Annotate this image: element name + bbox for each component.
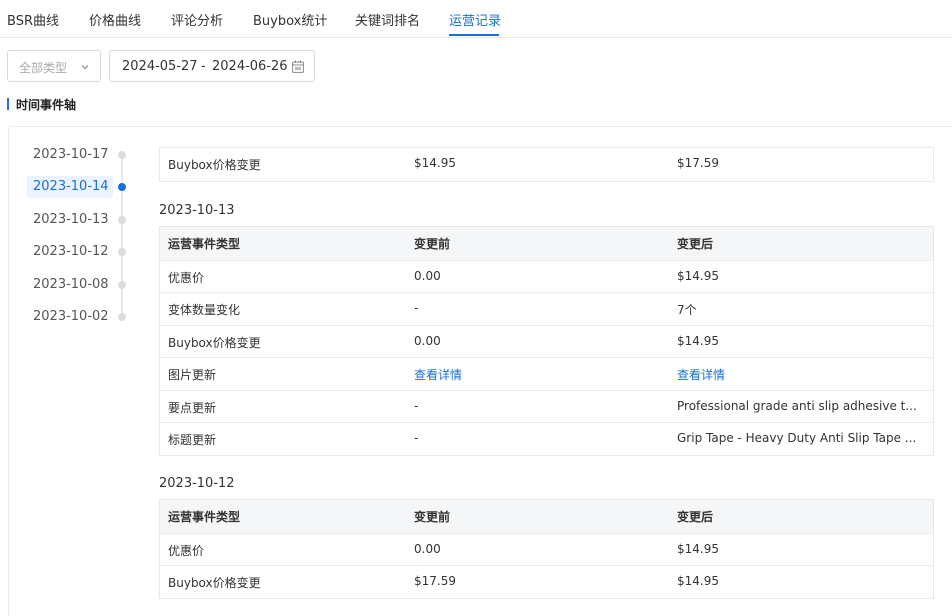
table-row: 优惠价 0.00 $14.95 — [160, 259, 933, 293]
event-type-cell: Buybox价格变更 — [168, 158, 261, 172]
timeline-date-label: 2023-10-14 — [33, 179, 109, 194]
after-cell: Professional grade anti slip adhesive t.… — [677, 398, 917, 413]
after-cell: $14.95 — [677, 574, 719, 588]
col-header-before: 变更前 — [414, 510, 451, 524]
before-cell: - — [414, 398, 419, 413]
timeline-dot — [118, 216, 126, 224]
timeline-dot-active — [118, 183, 126, 191]
date-range-picker[interactable]: 2024-05-27 - 2024-06-26 — [109, 50, 315, 82]
table-row: 要点更新 - Professional grade anti slip adhe… — [160, 389, 933, 423]
table-row: 变体数量变化 - 7个 — [160, 292, 933, 325]
event-table: Buybox价格变更 $14.95 $17.59 — [159, 147, 934, 182]
after-cell: $17.59 — [677, 156, 719, 170]
view-details-link-before[interactable]: 查看详情 — [414, 366, 654, 383]
group-date: 2023-10-13 — [159, 203, 235, 218]
date-end[interactable]: 2024-06-26 — [212, 59, 288, 74]
before-cell: $14.95 — [414, 156, 456, 170]
col-header-after: 变更后 — [677, 510, 714, 524]
tab-buybox[interactable]: Buybox统计 — [253, 10, 327, 29]
after-cell: $14.95 — [677, 333, 719, 348]
tab-operation-log[interactable]: 运营记录 — [449, 10, 501, 29]
timeline-date-label: 2023-10-08 — [33, 277, 109, 292]
table-row: Buybox价格变更 $17.59 $14.95 — [160, 565, 933, 598]
event-table: 运营事件类型 变更前 变更后 优惠价 0.00 $14.95 变体数量变化 - … — [159, 226, 934, 456]
event-type-cell: 优惠价 — [168, 543, 205, 558]
timeline-date-item-active[interactable]: 2023-10-14 — [27, 176, 113, 198]
table-row: 优惠价 0.00 $14.95 — [160, 532, 933, 566]
tab-price-curve[interactable]: 价格曲线 — [89, 10, 141, 29]
type-select[interactable]: 全部类型 — [7, 50, 101, 82]
before-cell: 0.00 — [414, 333, 441, 348]
active-tab-indicator — [449, 34, 499, 36]
table-row: 图片更新 查看详情 查看详情 — [160, 357, 933, 390]
timeline-date-item[interactable]: 2023-10-02 — [27, 306, 113, 328]
timeline-axis — [121, 154, 123, 320]
after-cell: 7个 — [677, 303, 697, 317]
after-cell: $14.95 — [677, 541, 719, 556]
col-header-type: 运营事件类型 — [168, 237, 241, 251]
timeline-date-label: 2023-10-13 — [33, 212, 109, 227]
table-row: Buybox价格变更 $14.95 $17.59 — [160, 148, 933, 181]
col-header-type: 运营事件类型 — [168, 510, 241, 524]
timeline-date-item[interactable]: 2023-10-17 — [27, 144, 113, 166]
group-date: 2023-10-12 — [159, 476, 235, 491]
col-header-before: 变更前 — [414, 237, 451, 251]
table-row: Buybox价格变更 0.00 $14.95 — [160, 324, 933, 358]
event-type-cell: 要点更新 — [168, 400, 217, 415]
before-cell: - — [414, 301, 419, 315]
timeline-dot — [118, 313, 126, 321]
after-cell: Grip Tape - Heavy Duty Anti Slip Tape ..… — [677, 431, 917, 445]
timeline-dot — [118, 281, 126, 289]
event-table: 运营事件类型 变更前 变更后 优惠价 0.00 $14.95 Buybox价格变… — [159, 499, 934, 599]
calendar-icon — [292, 60, 304, 73]
before-cell: $17.59 — [414, 574, 456, 588]
timeline-date-label: 2023-10-12 — [33, 244, 109, 259]
after-cell: $14.95 — [677, 268, 719, 283]
tab-bsr[interactable]: BSR曲线 — [7, 10, 59, 29]
type-select-value: 全部类型 — [19, 61, 68, 75]
view-details-link-after[interactable]: 查看详情 — [677, 366, 925, 383]
tab-review-analysis[interactable]: 评论分析 — [171, 10, 223, 29]
timeline-dot — [118, 248, 126, 256]
timeline-date-item[interactable]: 2023-10-12 — [27, 241, 113, 263]
section-title: 时间事件轴 — [16, 98, 77, 112]
event-type-cell: 标题更新 — [168, 433, 217, 447]
table-header: 运营事件类型 变更前 变更后 — [160, 227, 933, 260]
event-type-cell: Buybox价格变更 — [168, 576, 261, 590]
table-header: 运营事件类型 变更前 变更后 — [160, 500, 933, 533]
before-cell: 0.00 — [414, 541, 441, 556]
table-row: 标题更新 - Grip Tape - Heavy Duty Anti Slip … — [160, 422, 933, 455]
chevron-down-icon — [81, 65, 89, 70]
event-type-cell: 变体数量变化 — [168, 303, 241, 317]
tab-keyword-rank[interactable]: 关键词排名 — [355, 10, 420, 29]
before-cell: - — [414, 431, 419, 445]
event-type-cell: 优惠价 — [168, 270, 205, 285]
before-cell: 0.00 — [414, 268, 441, 283]
event-type-cell: 图片更新 — [168, 368, 217, 382]
section-title-marker — [7, 98, 9, 110]
col-header-after: 变更后 — [677, 237, 714, 251]
timeline-date-label: 2023-10-17 — [33, 147, 109, 162]
timeline-date-item[interactable]: 2023-10-08 — [27, 274, 113, 296]
timeline-date-item[interactable]: 2023-10-13 — [27, 209, 113, 231]
tab-bar: BSR曲线 价格曲线 评论分析 Buybox统计 关键词排名 运营记录 — [0, 0, 952, 38]
timeline-dot — [118, 151, 126, 159]
event-type-cell: Buybox价格变更 — [168, 335, 261, 350]
date-separator: - — [201, 59, 206, 74]
date-start[interactable]: 2024-05-27 — [122, 59, 198, 74]
timeline-date-label: 2023-10-02 — [33, 309, 109, 324]
